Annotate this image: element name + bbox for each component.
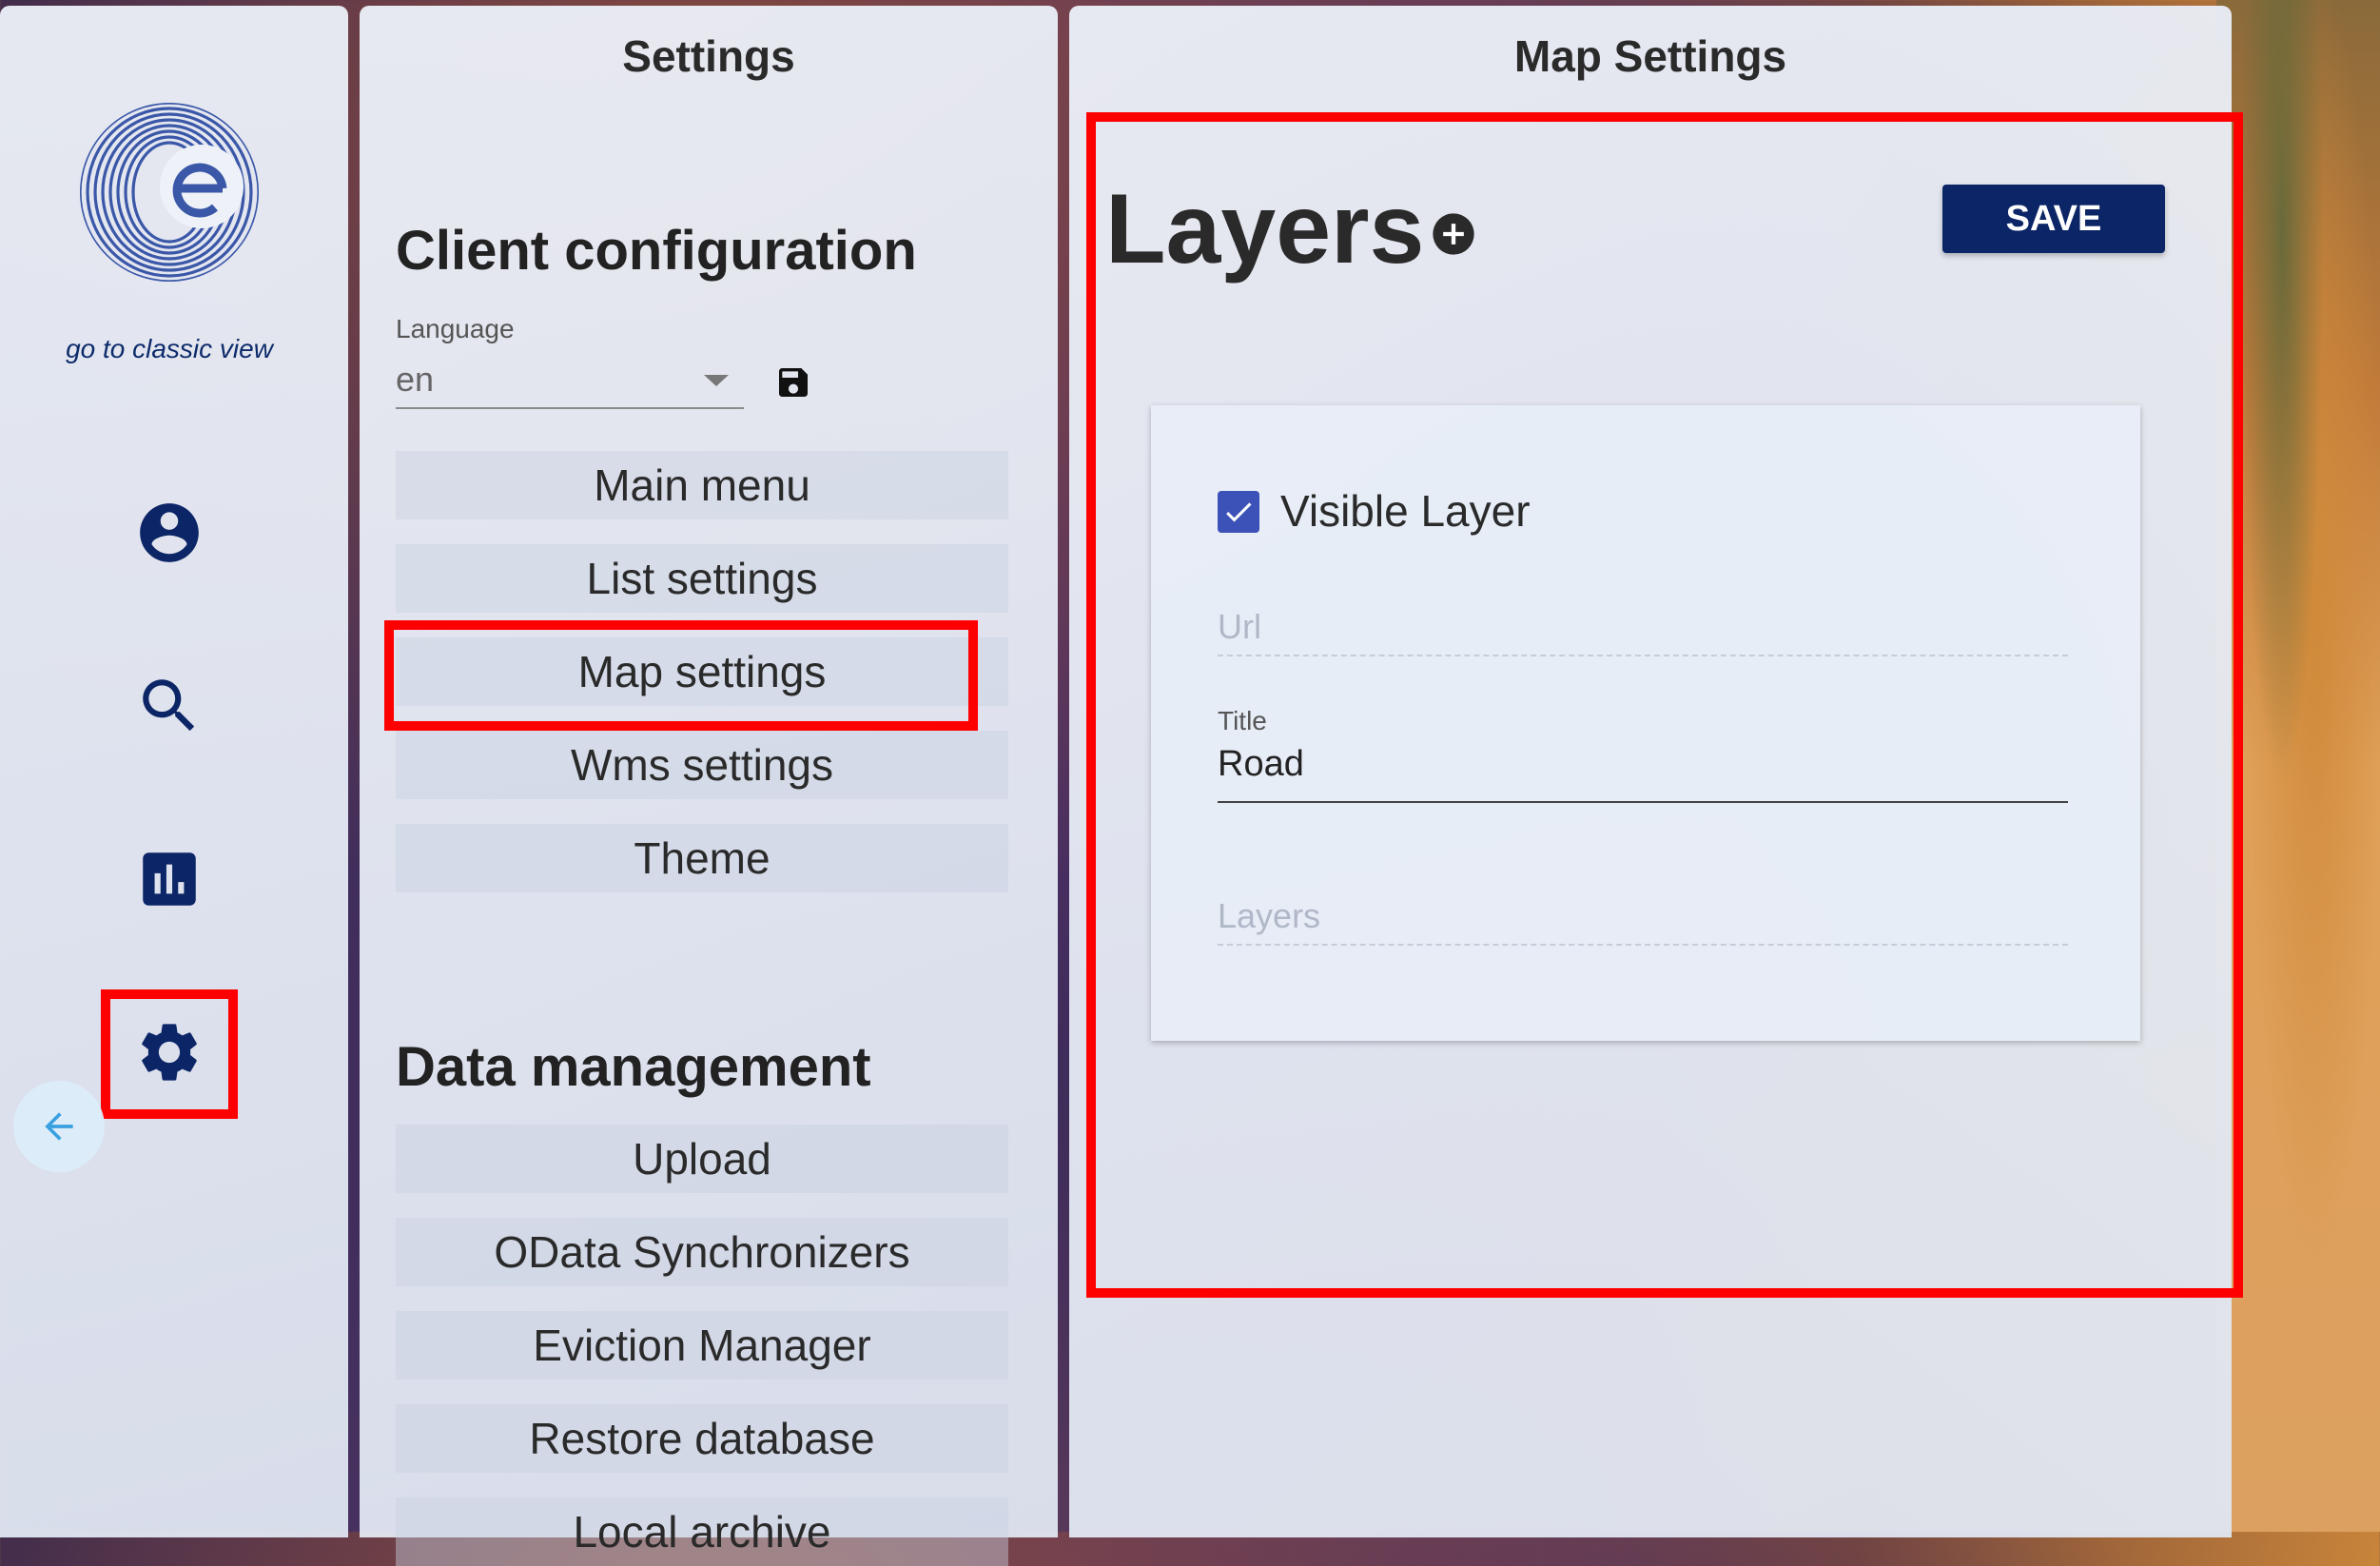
check-icon <box>1226 502 1252 522</box>
gear-icon <box>142 1024 197 1081</box>
layers-field[interactable]: Layers <box>1218 889 2068 946</box>
profile-button[interactable] <box>126 489 213 577</box>
caret-down-icon <box>704 375 729 386</box>
client-config-heading: Client configuration <box>396 220 917 282</box>
menu-item-wms-settings[interactable]: Wms settings <box>396 731 1008 799</box>
account-circle-icon <box>140 503 199 562</box>
menu-item-odata-synchronizers[interactable]: OData Synchronizers <box>396 1218 1008 1286</box>
url-placeholder: Url <box>1218 607 1261 646</box>
menu-item-eviction-manager[interactable]: Eviction Manager <box>396 1311 1008 1380</box>
visible-layer-label: Visible Layer <box>1280 486 1531 536</box>
save-language-button[interactable] <box>774 363 812 401</box>
menu-item-upload[interactable]: Upload <box>396 1125 1008 1193</box>
floppy-disk-icon <box>779 368 808 397</box>
arrow-left-icon <box>45 1112 73 1141</box>
settings-panel: Settings Client configuration Language e… <box>360 6 1058 1566</box>
title-field-label: Title <box>1218 706 1267 735</box>
language-label: Language <box>396 314 515 343</box>
add-layer-button[interactable] <box>1429 209 1478 259</box>
bar-chart-icon <box>143 852 196 906</box>
language-value: en <box>396 360 435 399</box>
map-background <box>2216 0 2380 1532</box>
back-button[interactable] <box>13 1081 105 1172</box>
menu-item-list-settings[interactable]: List settings <box>396 544 1008 613</box>
search-icon <box>143 679 195 732</box>
data-management-heading: Data management <box>396 1036 871 1098</box>
title-field-value: Road <box>1218 744 1304 784</box>
menu-item-main-menu[interactable]: Main menu <box>396 451 1008 519</box>
settings-panel-title: Settings <box>622 31 795 81</box>
save-button[interactable]: SAVE <box>1942 185 2165 253</box>
search-button[interactable] <box>126 662 213 750</box>
layers-placeholder: Layers <box>1218 896 1321 935</box>
menu-item-map-settings[interactable]: Map settings <box>396 637 1008 706</box>
menu-item-theme[interactable]: Theme <box>396 824 1008 892</box>
statistics-button[interactable] <box>126 835 213 923</box>
classic-view-link[interactable]: go to classic view <box>0 334 339 364</box>
visible-layer-checkbox[interactable] <box>1218 491 1259 533</box>
settings-button[interactable] <box>126 1008 213 1096</box>
language-select[interactable]: en <box>396 354 744 409</box>
nav-rail: go to classic view <box>0 6 348 1537</box>
menu-item-restore-database[interactable]: Restore database <box>396 1404 1008 1473</box>
layers-heading: Layers <box>1105 174 1425 284</box>
map-settings-title: Map Settings <box>1513 31 1787 81</box>
menu-item-local-archive[interactable]: Local archive <box>396 1497 1008 1566</box>
layer-card: Visible Layer Url Title Road Layers <box>1151 405 2140 1041</box>
map-settings-panel: Map Settings Layers SAVE Visible Layer U… <box>1069 6 2243 1537</box>
plus-circle-icon <box>1433 213 1474 255</box>
esa-logo <box>78 101 261 284</box>
url-field[interactable]: Url <box>1218 599 2068 656</box>
title-field[interactable]: Title Road <box>1218 706 2068 803</box>
